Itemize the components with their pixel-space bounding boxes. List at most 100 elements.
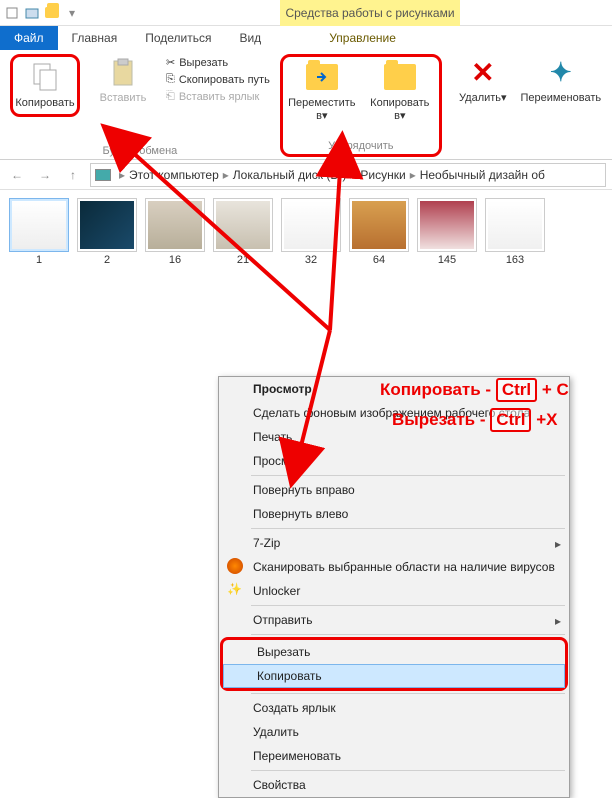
copypath-icon: ⎘ bbox=[166, 73, 175, 86]
copy-button[interactable]: Копировать bbox=[10, 54, 80, 117]
thumbnail-label: 1 bbox=[36, 254, 42, 266]
cm-send-to[interactable]: Отправить▸ bbox=[219, 608, 569, 632]
pasteshortcut-label: Вставить ярлык bbox=[179, 91, 260, 103]
crumb-computer[interactable]: Этот компьютер bbox=[129, 168, 219, 182]
qat-newfolder-icon[interactable] bbox=[44, 5, 60, 21]
thumbnail-item[interactable]: 16 bbox=[144, 198, 206, 266]
cm-preview2[interactable]: Просмотр bbox=[219, 449, 569, 473]
context-menu: Просмотр Сделать фоновым изображением ра… bbox=[218, 376, 570, 798]
clipboard-group-label: Буфер обмена bbox=[10, 143, 270, 157]
thumbnail-item[interactable]: 163 bbox=[484, 198, 546, 266]
move-to-button[interactable]: Переместить в▾ bbox=[287, 59, 357, 123]
thumbnail-image bbox=[281, 198, 341, 252]
thumbnail-image bbox=[485, 198, 545, 252]
group-organize-rest: ✕ Удалить▾ ✦ Переименовать bbox=[442, 54, 602, 157]
cm-separator bbox=[251, 693, 565, 694]
tab-manage[interactable]: Управление bbox=[315, 26, 410, 50]
cut-button[interactable]: ✂ Вырезать bbox=[166, 56, 270, 69]
nav-back-button[interactable]: ← bbox=[6, 164, 28, 186]
qat-app-icon bbox=[4, 5, 20, 21]
thumbnail-label: 32 bbox=[305, 254, 317, 266]
cm-print[interactable]: Печать bbox=[219, 425, 569, 449]
group-organize-highlighted: Переместить в▾ Копировать в▾ Упорядочить bbox=[280, 54, 442, 157]
tab-view[interactable]: Вид bbox=[225, 26, 275, 50]
thumbnail-image bbox=[9, 198, 69, 252]
computer-icon bbox=[95, 169, 111, 181]
cm-separator bbox=[251, 475, 565, 476]
delete-x-icon: ✕ bbox=[467, 56, 499, 88]
cut-label: Вырезать bbox=[179, 57, 228, 69]
cm-preview[interactable]: Просмотр bbox=[219, 377, 569, 401]
copy-to-icon bbox=[384, 61, 416, 93]
thumbnail-image bbox=[145, 198, 205, 252]
delete-button[interactable]: ✕ Удалить▾ bbox=[448, 54, 518, 105]
thumbnail-label: 16 bbox=[169, 254, 181, 266]
cm-separator bbox=[251, 528, 565, 529]
scissors-icon: ✂ bbox=[166, 56, 175, 69]
cm-separator bbox=[251, 770, 565, 771]
thumbnail-item[interactable]: 21 bbox=[212, 198, 274, 266]
cm-set-desktop-bg[interactable]: Сделать фоновым изображением рабочего ст… bbox=[219, 401, 569, 425]
thumbnail-label: 64 bbox=[373, 254, 385, 266]
thumbnail-label: 163 bbox=[506, 254, 524, 266]
cm-delete[interactable]: Удалить bbox=[219, 720, 569, 744]
organize-group-label: Упорядочить bbox=[287, 138, 435, 152]
thumbnail-image bbox=[417, 198, 477, 252]
paste-shortcut-button[interactable]: ⎗ Вставить ярлык bbox=[166, 90, 270, 103]
thumbnail-item[interactable]: 145 bbox=[416, 198, 478, 266]
cm-unlocker[interactable]: ✨Unlocker bbox=[219, 579, 569, 603]
title-bar: ▾ Средства работы с рисунками bbox=[0, 0, 612, 26]
submenu-arrow-icon: ▸ bbox=[555, 614, 561, 628]
pasteshortcut-icon: ⎗ bbox=[166, 90, 175, 103]
copy-path-button[interactable]: ⎘Скопировать путь bbox=[166, 73, 270, 86]
submenu-arrow-icon: ▸ bbox=[555, 537, 561, 551]
thumbnail-image bbox=[213, 198, 273, 252]
qat-dropdown-icon[interactable]: ▾ bbox=[64, 5, 80, 21]
paste-icon bbox=[107, 56, 139, 88]
rename-icon: ✦ bbox=[545, 56, 577, 88]
cm-7zip[interactable]: 7-Zip▸ bbox=[219, 531, 569, 555]
thumbnail-image bbox=[349, 198, 409, 252]
thumbnail-item[interactable]: 32 bbox=[280, 198, 342, 266]
crumb-drive[interactable]: Локальный диск (D:) bbox=[233, 168, 347, 182]
cm-rotate-right[interactable]: Повернуть вправо bbox=[219, 478, 569, 502]
quick-access-toolbar: ▾ bbox=[4, 5, 80, 21]
qat-properties-icon[interactable] bbox=[24, 5, 40, 21]
rename-button[interactable]: ✦ Переименовать bbox=[526, 54, 596, 105]
cm-properties[interactable]: Свойства bbox=[219, 773, 569, 797]
wand-icon: ✨ bbox=[227, 582, 243, 598]
tab-home[interactable]: Главная bbox=[58, 26, 132, 50]
copy-label: Копировать bbox=[15, 97, 74, 110]
paste-button[interactable]: Вставить bbox=[88, 54, 158, 105]
breadcrumb[interactable]: ▸ Этот компьютер ▸ Локальный диск (D:) ▸… bbox=[90, 163, 606, 187]
paste-label: Вставить bbox=[100, 92, 147, 105]
crumb-pictures[interactable]: Рисунки bbox=[360, 168, 405, 182]
thumbnail-label: 21 bbox=[237, 254, 249, 266]
cm-rotate-left[interactable]: Повернуть влево bbox=[219, 502, 569, 526]
contextual-tab-title: Средства работы с рисунками bbox=[280, 0, 460, 26]
nav-forward-button[interactable]: → bbox=[34, 164, 56, 186]
ribbon: Копировать Вставить ✂ Вырезать ⎘Скопирова… bbox=[0, 50, 612, 160]
cm-rename[interactable]: Переименовать bbox=[219, 744, 569, 768]
cm-cut[interactable]: Вырезать bbox=[223, 640, 565, 664]
delete-label: Удалить bbox=[459, 92, 501, 104]
copy-to-button[interactable]: Копировать в▾ bbox=[365, 59, 435, 123]
thumbnail-item[interactable]: 2 bbox=[76, 198, 138, 266]
thumbnail-label: 2 bbox=[104, 254, 110, 266]
file-list-pane: 1 2 16 21 32 64 145 163 Просмотр Сделать фоновы… bbox=[0, 190, 612, 641]
ribbon-tabs: Файл Главная Поделиться Вид Управление bbox=[0, 26, 612, 50]
address-bar: ← → ↑ ▸ Этот компьютер ▸ Локальный диск … bbox=[0, 160, 612, 190]
move-to-icon bbox=[306, 61, 338, 93]
cm-copy[interactable]: Копировать bbox=[223, 664, 565, 688]
nav-up-button[interactable]: ↑ bbox=[62, 164, 84, 186]
thumbnail-item[interactable]: 64 bbox=[348, 198, 410, 266]
thumbnail-label: 145 bbox=[438, 254, 456, 266]
tab-file[interactable]: Файл bbox=[0, 26, 58, 50]
thumbnail-item[interactable]: 1 bbox=[8, 198, 70, 266]
cm-create-shortcut[interactable]: Создать ярлык bbox=[219, 696, 569, 720]
cm-separator bbox=[251, 605, 565, 606]
thumbnail-image bbox=[77, 198, 137, 252]
crumb-folder[interactable]: Необычный дизайн об bbox=[420, 168, 545, 182]
cm-scan-virus[interactable]: Сканировать выбранные области на наличие… bbox=[219, 555, 569, 579]
tab-share[interactable]: Поделиться bbox=[131, 26, 225, 50]
